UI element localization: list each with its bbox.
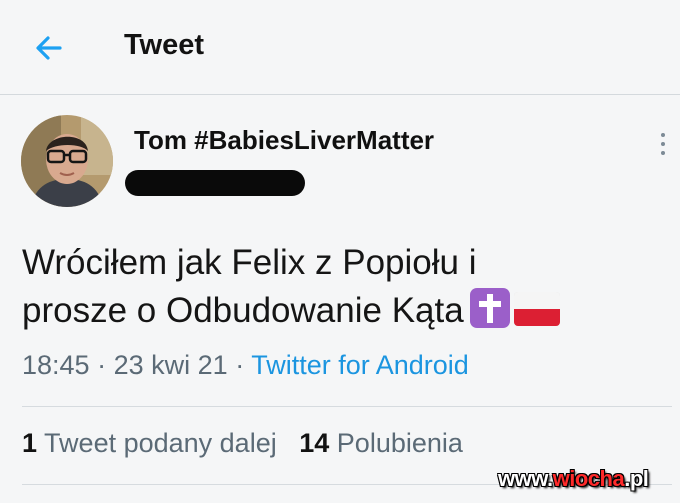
header-bar: Tweet bbox=[0, 0, 680, 95]
retweets-stat[interactable]: 1 Tweet podany dalej bbox=[22, 428, 277, 458]
watermark-suffix: .pl bbox=[624, 466, 649, 491]
more-options-button[interactable] bbox=[652, 130, 674, 158]
tweet-text-line-2: prosze o Odbudowanie Kąta bbox=[22, 287, 662, 335]
back-button[interactable] bbox=[30, 28, 70, 68]
more-vertical-icon bbox=[661, 133, 665, 137]
tweet-text: Wróciłem jak Felix z Popiołu i prosze o … bbox=[22, 239, 662, 335]
page-title: Tweet bbox=[124, 29, 205, 61]
tweet-page: Tweet Tom #BabiesLiverMatter Wróciłem ja… bbox=[0, 0, 680, 503]
likes-label: Polubienia bbox=[336, 428, 463, 458]
author-name[interactable]: Tom #BabiesLiverMatter bbox=[134, 125, 434, 156]
tweet-text-line-1: Wróciłem jak Felix z Popiołu i bbox=[22, 243, 477, 282]
arrow-left-icon bbox=[36, 36, 62, 60]
author-handle-redacted[interactable] bbox=[125, 170, 305, 196]
tweet-meta: 18:45 · 23 kwi 21 · Twitter for Android bbox=[22, 350, 469, 381]
meta-separator-1: · bbox=[97, 350, 107, 380]
likes-count: 14 bbox=[299, 428, 330, 458]
tweet-text-line-2-text: prosze o Odbudowanie Kąta bbox=[22, 291, 464, 330]
retweets-count: 1 bbox=[22, 428, 38, 458]
watermark-prefix: www. bbox=[498, 466, 553, 491]
latin-cross-emoji bbox=[469, 288, 510, 328]
tweet-date: 23 kwi 21 bbox=[113, 350, 228, 380]
avatar[interactable] bbox=[21, 115, 113, 207]
tweet-stats: 1 Tweet podany dalej 14 Polubienia bbox=[22, 428, 463, 459]
watermark: www.wiocha.pl bbox=[498, 466, 649, 492]
poland-flag-emoji bbox=[513, 292, 560, 326]
tweet-time: 18:45 bbox=[22, 350, 90, 380]
tweet-source-link[interactable]: Twitter for Android bbox=[251, 350, 469, 380]
likes-stat[interactable]: 14 Polubienia bbox=[299, 428, 463, 458]
watermark-brand: wiocha bbox=[552, 466, 625, 491]
meta-separator-2: · bbox=[235, 350, 245, 380]
divider bbox=[22, 406, 672, 407]
retweets-label: Tweet podany dalej bbox=[44, 428, 277, 458]
